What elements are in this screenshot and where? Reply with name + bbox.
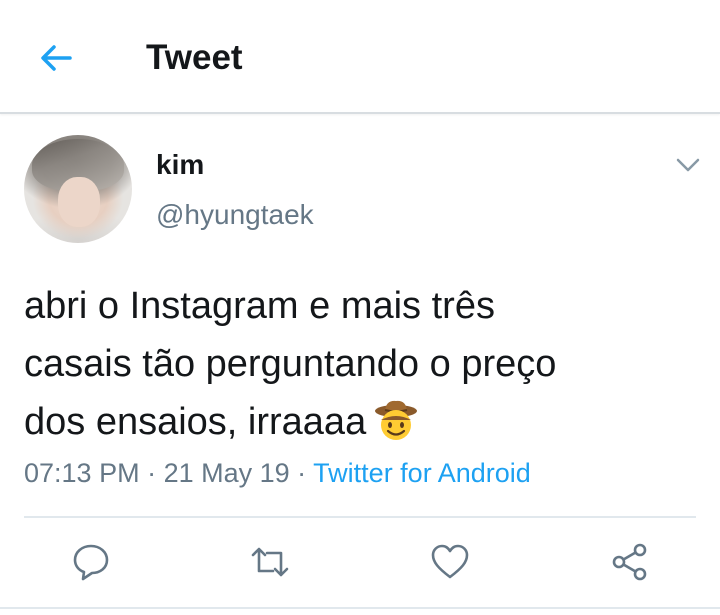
meta-separator: · <box>139 458 164 488</box>
heart-icon <box>431 544 469 579</box>
avatar[interactable] <box>24 135 132 243</box>
cowboy-hat-face-emoji <box>374 398 418 442</box>
chevron-down-icon <box>676 158 700 172</box>
back-button[interactable] <box>36 38 76 78</box>
tweet-body: abri o Instagram e mais três casais tão … <box>24 285 557 443</box>
reply-icon <box>73 544 109 581</box>
reply-button[interactable] <box>71 542 111 582</box>
tweet-text: abri o Instagram e mais três casais tão … <box>24 277 704 451</box>
tweet-meta: 07:13 PM · 21 May 19 · Twitter for Andro… <box>24 457 531 489</box>
author-name[interactable]: kim <box>156 148 204 182</box>
bottom-divider <box>0 607 720 609</box>
meta-separator: · <box>289 458 314 488</box>
share-icon <box>612 543 647 581</box>
author-handle: @hyungtaek <box>156 199 314 230</box>
tweet-date: 21 May 19 <box>163 458 290 488</box>
arrow-left-icon <box>41 45 72 71</box>
like-button[interactable] <box>430 542 470 582</box>
top-app-bar: Tweet <box>0 0 720 114</box>
tweet-time: 07:13 PM <box>24 458 140 488</box>
divider <box>24 516 696 518</box>
retweet-button[interactable] <box>250 542 290 582</box>
tweet-source-link[interactable]: Twitter for Android <box>313 458 531 488</box>
retweet-icon <box>251 547 289 577</box>
share-button[interactable] <box>610 542 650 582</box>
tweet-menu-button[interactable] <box>675 152 701 178</box>
page-title: Tweet <box>146 38 243 77</box>
avatar-face <box>58 177 100 227</box>
